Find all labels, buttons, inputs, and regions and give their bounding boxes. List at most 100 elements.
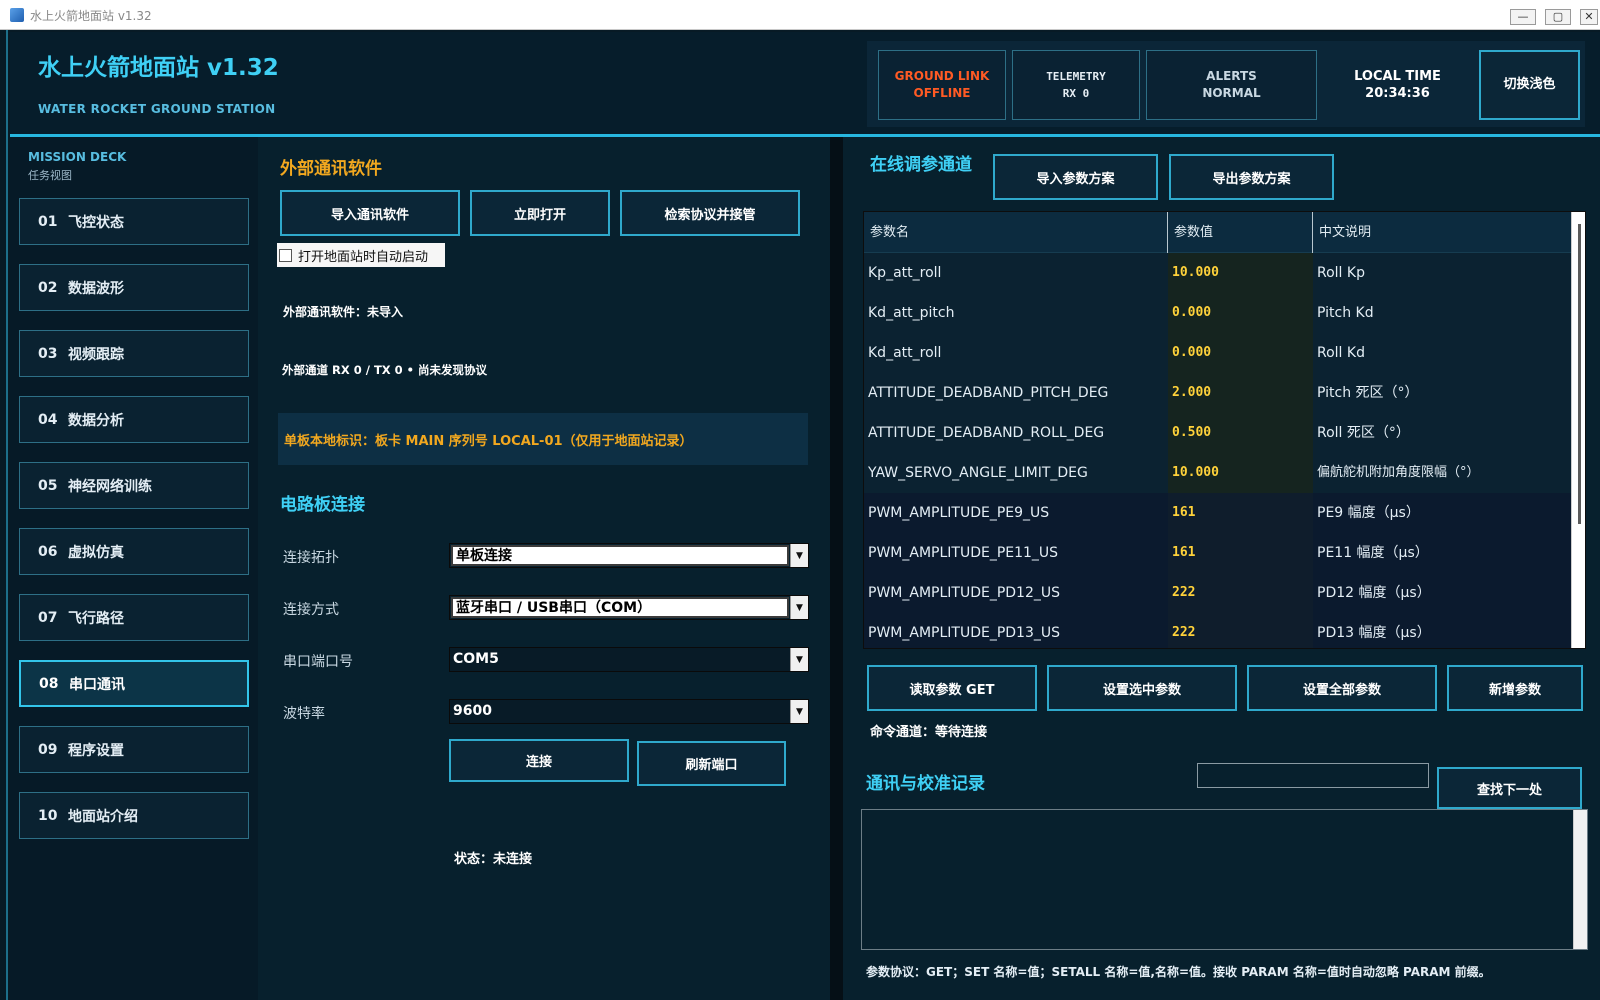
detect-protocol-button[interactable]: 检索协议并接管 <box>620 190 800 236</box>
table-row[interactable]: PWM_AMPLITUDE_PE9_US 161 PE9 幅度（μs） <box>864 493 1571 533</box>
table-cell-name: PWM_AMPLITUDE_PD13_US <box>868 625 1060 641</box>
baud-value: 9600 <box>450 700 790 723</box>
sidebar-item-number: 04 <box>38 411 58 428</box>
board-connection-title: 电路板连接 <box>280 495 365 515</box>
export-scheme-button[interactable]: 导出参数方案 <box>1169 154 1334 200</box>
chevron-down-icon[interactable]: ▼ <box>790 648 808 671</box>
sidebar-item-09[interactable]: 09 程序设置 <box>19 726 249 773</box>
sidebar-item-label: 虚拟仿真 <box>68 544 124 561</box>
table-cell-value[interactable]: 2.000 <box>1168 373 1313 413</box>
find-next-button[interactable]: 查找下一处 <box>1437 767 1582 809</box>
column-header-name[interactable]: 参数名 <box>864 212 1168 253</box>
table-scrollbar[interactable] <box>1571 212 1585 648</box>
toggle-theme-button[interactable]: 切换浅色 <box>1479 50 1580 120</box>
topology-select[interactable]: 单板连接 ▼ <box>449 543 809 568</box>
chevron-down-icon[interactable]: ▼ <box>790 544 808 567</box>
table-cell-value[interactable]: 10.000 <box>1168 253 1313 293</box>
refresh-ports-button[interactable]: 刷新端口 <box>637 741 786 786</box>
table-row[interactable]: Kd_att_pitch 0.000 Pitch Kd <box>864 293 1571 333</box>
autostart-checkbox[interactable] <box>279 248 292 262</box>
table-row[interactable]: ATTITUDE_DEADBAND_ROLL_DEG 0.500 Roll 死区（°… <box>864 413 1571 453</box>
scrollbar-thumb[interactable] <box>1578 224 1581 524</box>
external-software-status: 外部通讯软件：未导入 <box>283 305 404 319</box>
autostart-checkbox-row[interactable]: 打开地面站时自动启动 <box>277 243 445 267</box>
table-cell-value[interactable]: 10.000 <box>1168 453 1313 493</box>
sidebar-item-number: 08 <box>39 675 59 692</box>
table-cell-name: PWM_AMPLITUDE_PE11_US <box>868 545 1059 561</box>
minimize-button[interactable]: — <box>1510 9 1536 25</box>
table-cell-value[interactable]: 222 <box>1168 573 1313 613</box>
table-cell-name: Kp_att_roll <box>868 265 942 281</box>
chevron-down-icon[interactable]: ▼ <box>790 596 808 619</box>
table-cell-value[interactable]: 0.000 <box>1168 293 1313 333</box>
app-subtitle: WATER ROCKET GROUND STATION <box>38 102 276 116</box>
table-cell-desc: Roll Kp <box>1317 265 1365 281</box>
table-cell-value[interactable]: 222 <box>1168 613 1313 648</box>
column-header-desc[interactable]: 中文说明 <box>1313 212 1571 253</box>
alerts-status: ALERTS NORMAL <box>1146 50 1317 120</box>
sidebar-item-02[interactable]: 02 数据波形 <box>19 264 249 311</box>
sidebar-item-04[interactable]: 04 数据分析 <box>19 396 249 443</box>
topology-value: 单板连接 <box>451 545 789 566</box>
connect-button[interactable]: 连接 <box>449 739 629 782</box>
maximize-button[interactable]: ▢ <box>1545 9 1571 25</box>
sidebar-item-01[interactable]: 01 飞控状态 <box>19 198 249 245</box>
sidebar-item-03[interactable]: 03 视频跟踪 <box>19 330 249 377</box>
sidebar-item-label: 飞行路径 <box>68 610 124 627</box>
sidebar-item-number: 10 <box>38 807 58 824</box>
port-value: COM5 <box>450 648 790 671</box>
app-icon <box>10 8 24 22</box>
baud-label: 波特率 <box>283 706 325 722</box>
get-params-button[interactable]: 读取参数 GET <box>867 665 1037 711</box>
method-select[interactable]: 蓝牙串口 / USB串口（COM） ▼ <box>449 595 809 620</box>
sidebar-item-08[interactable]: 08 串口通讯 <box>19 660 249 707</box>
table-row[interactable]: PWM_AMPLITUDE_PE11_US 161 PE11 幅度（μs） <box>864 533 1571 573</box>
protocol-note: 参数协议：GET；SET 名称=值；SETALL 名称=值,名称=值。接收 PA… <box>866 965 1491 979</box>
panel-separator <box>830 137 843 1000</box>
table-row[interactable]: YAW_SERVO_ANGLE_LIMIT_DEG 10.000 偏航舵机附加角度限… <box>864 453 1571 493</box>
param-table-header: 参数名 参数值 中文说明 <box>864 212 1585 253</box>
sidebar-item-label: 地面站介绍 <box>68 808 138 825</box>
table-row[interactable]: Kd_att_roll 0.000 Roll Kd <box>864 333 1571 373</box>
sidebar-item-06[interactable]: 06 虚拟仿真 <box>19 528 249 575</box>
table-row[interactable]: PWM_AMPLITUDE_PD12_US 222 PD12 幅度（μs） <box>864 573 1571 613</box>
sidebar-item-05[interactable]: 05 神经网络训练 <box>19 462 249 509</box>
param-table: 参数名 参数值 中文说明 Kp_att_roll 10.000 Roll Kp Kd_… <box>863 211 1586 649</box>
sidebar-subtitle: 任务视图 <box>28 169 72 182</box>
chevron-down-icon[interactable]: ▼ <box>790 700 808 723</box>
connection-state: 状态：未连接 <box>454 852 533 867</box>
table-cell-desc: PD12 幅度（μs） <box>1317 585 1431 601</box>
log-scrollbar[interactable] <box>1573 810 1587 949</box>
import-software-button[interactable]: 导入通讯软件 <box>280 190 460 236</box>
alerts-label: ALERTS <box>1206 69 1257 83</box>
table-cell-value[interactable]: 0.500 <box>1168 413 1313 453</box>
add-param-button[interactable]: 新增参数 <box>1447 665 1583 711</box>
board-id-banner: 单板本地标识：板卡 MAIN 序列号 LOCAL-01（仅用于地面站记录） <box>278 413 808 465</box>
table-cell-value[interactable]: 161 <box>1168 533 1313 573</box>
table-cell-name: Kd_att_pitch <box>868 305 955 321</box>
port-select[interactable]: COM5 ▼ <box>449 647 809 672</box>
table-row[interactable]: ATTITUDE_DEADBAND_PITCH_DEG 2.000 Pitch 死区… <box>864 373 1571 413</box>
sidebar-item-label: 数据分析 <box>68 412 124 429</box>
sidebar-item-10[interactable]: 10 地面站介绍 <box>19 792 249 839</box>
telemetry-label: TELEMETRY <box>1046 70 1106 83</box>
close-button[interactable]: ✕ <box>1580 9 1598 25</box>
table-cell-value[interactable]: 161 <box>1168 493 1313 533</box>
sidebar-item-number: 03 <box>38 345 58 362</box>
ground-link-value: OFFLINE <box>913 86 971 100</box>
open-now-button[interactable]: 立即打开 <box>470 190 610 236</box>
table-row[interactable]: Kp_att_roll 10.000 Roll Kp <box>864 253 1571 293</box>
sidebar-item-07[interactable]: 07 飞行路径 <box>19 594 249 641</box>
table-row[interactable]: PWM_AMPLITUDE_PD13_US 222 PD13 幅度（μs） <box>864 613 1571 648</box>
table-cell-value[interactable]: 0.000 <box>1168 333 1313 373</box>
log-textarea[interactable] <box>861 809 1588 950</box>
baud-select[interactable]: 9600 ▼ <box>449 699 809 724</box>
set-selected-button[interactable]: 设置选中参数 <box>1047 665 1237 711</box>
column-header-value[interactable]: 参数值 <box>1168 212 1313 253</box>
set-all-button[interactable]: 设置全部参数 <box>1247 665 1437 711</box>
table-cell-desc: Roll 死区（°） <box>1317 425 1410 441</box>
sidebar-item-label: 飞控状态 <box>68 214 124 231</box>
port-label: 串口端口号 <box>283 654 353 670</box>
log-search-input[interactable] <box>1197 763 1429 788</box>
import-scheme-button[interactable]: 导入参数方案 <box>993 154 1158 200</box>
